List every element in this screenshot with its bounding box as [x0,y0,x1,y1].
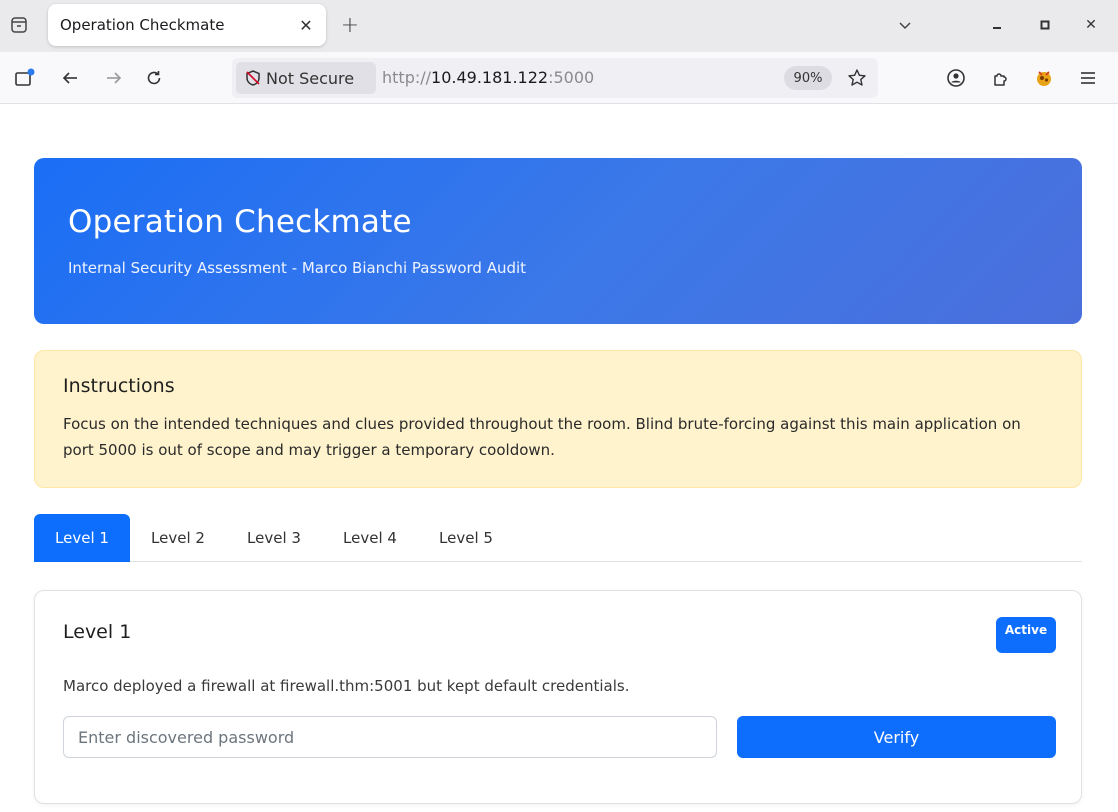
tab-level-3[interactable]: Level 3 [234,514,314,562]
status-badge: Active [996,617,1056,653]
level-title: Level 1 [63,621,132,643]
address-bar[interactable]: Not Secure http://10.49.181.122:5000 90% [232,58,878,98]
level-tabs: Level 1 Level 2 Level 3 Level 4 Level 5 [34,514,1082,562]
not-secure-indicator[interactable]: Not Secure [236,62,376,94]
level-description: Marco deployed a firewall at firewall.th… [63,677,630,695]
page-title: Operation Checkmate [68,204,412,240]
hero-banner: Operation Checkmate Internal Security As… [34,158,1082,324]
browser-tab-title: Operation Checkmate [60,16,225,34]
sidebar-icon[interactable] [12,66,36,90]
url-host: 10.49.181.122 [431,68,549,87]
tab-level-4[interactable]: Level 4 [330,514,410,562]
page-content: Operation Checkmate Internal Security As… [0,104,1118,812]
zoom-level-badge[interactable]: 90% [784,66,832,90]
url-scheme: http:// [382,68,432,87]
not-secure-label: Not Secure [266,68,355,88]
firefox-view-icon[interactable] [8,14,30,36]
instructions-alert: Instructions Focus on the intended techn… [34,350,1082,488]
browser-tab-active[interactable]: Operation Checkmate ✕ [48,4,326,46]
close-tab-icon[interactable]: ✕ [296,15,316,35]
extensions-icon[interactable] [988,66,1012,90]
extension-addon-icon[interactable] [1032,66,1056,90]
url-text[interactable]: http://10.49.181.122:5000 [382,68,594,87]
maximize-icon[interactable] [1034,14,1056,36]
menu-icon[interactable] [1076,66,1100,90]
reload-icon[interactable] [142,66,166,90]
verify-button[interactable]: Verify [737,716,1056,758]
tab-level-5[interactable]: Level 5 [426,514,506,562]
shield-slash-icon [246,70,260,86]
browser-navbar: Not Secure http://10.49.181.122:5000 90% [0,52,1118,104]
tab-level-2[interactable]: Level 2 [138,514,218,562]
url-port: :5000 [548,68,595,87]
back-icon[interactable] [58,66,82,90]
instructions-body: Focus on the intended techniques and clu… [63,415,1021,459]
password-input[interactable] [63,716,717,758]
instructions-heading: Instructions [63,375,175,397]
account-icon[interactable] [944,66,968,90]
new-tab-icon[interactable]: + [338,13,362,38]
page-subtitle: Internal Security Assessment - Marco Bia… [68,259,527,277]
forward-icon[interactable] [102,66,126,90]
level-card: Level 1 Active Marco deployed a firewall… [34,590,1082,804]
tab-level-1[interactable]: Level 1 [34,514,130,562]
minimize-icon[interactable] [986,14,1008,36]
bookmark-star-icon[interactable] [846,67,868,89]
chevron-down-icon[interactable] [894,14,916,36]
browser-tabstrip: Operation Checkmate ✕ + ✕ [0,0,1118,52]
close-window-icon[interactable]: ✕ [1080,14,1102,36]
